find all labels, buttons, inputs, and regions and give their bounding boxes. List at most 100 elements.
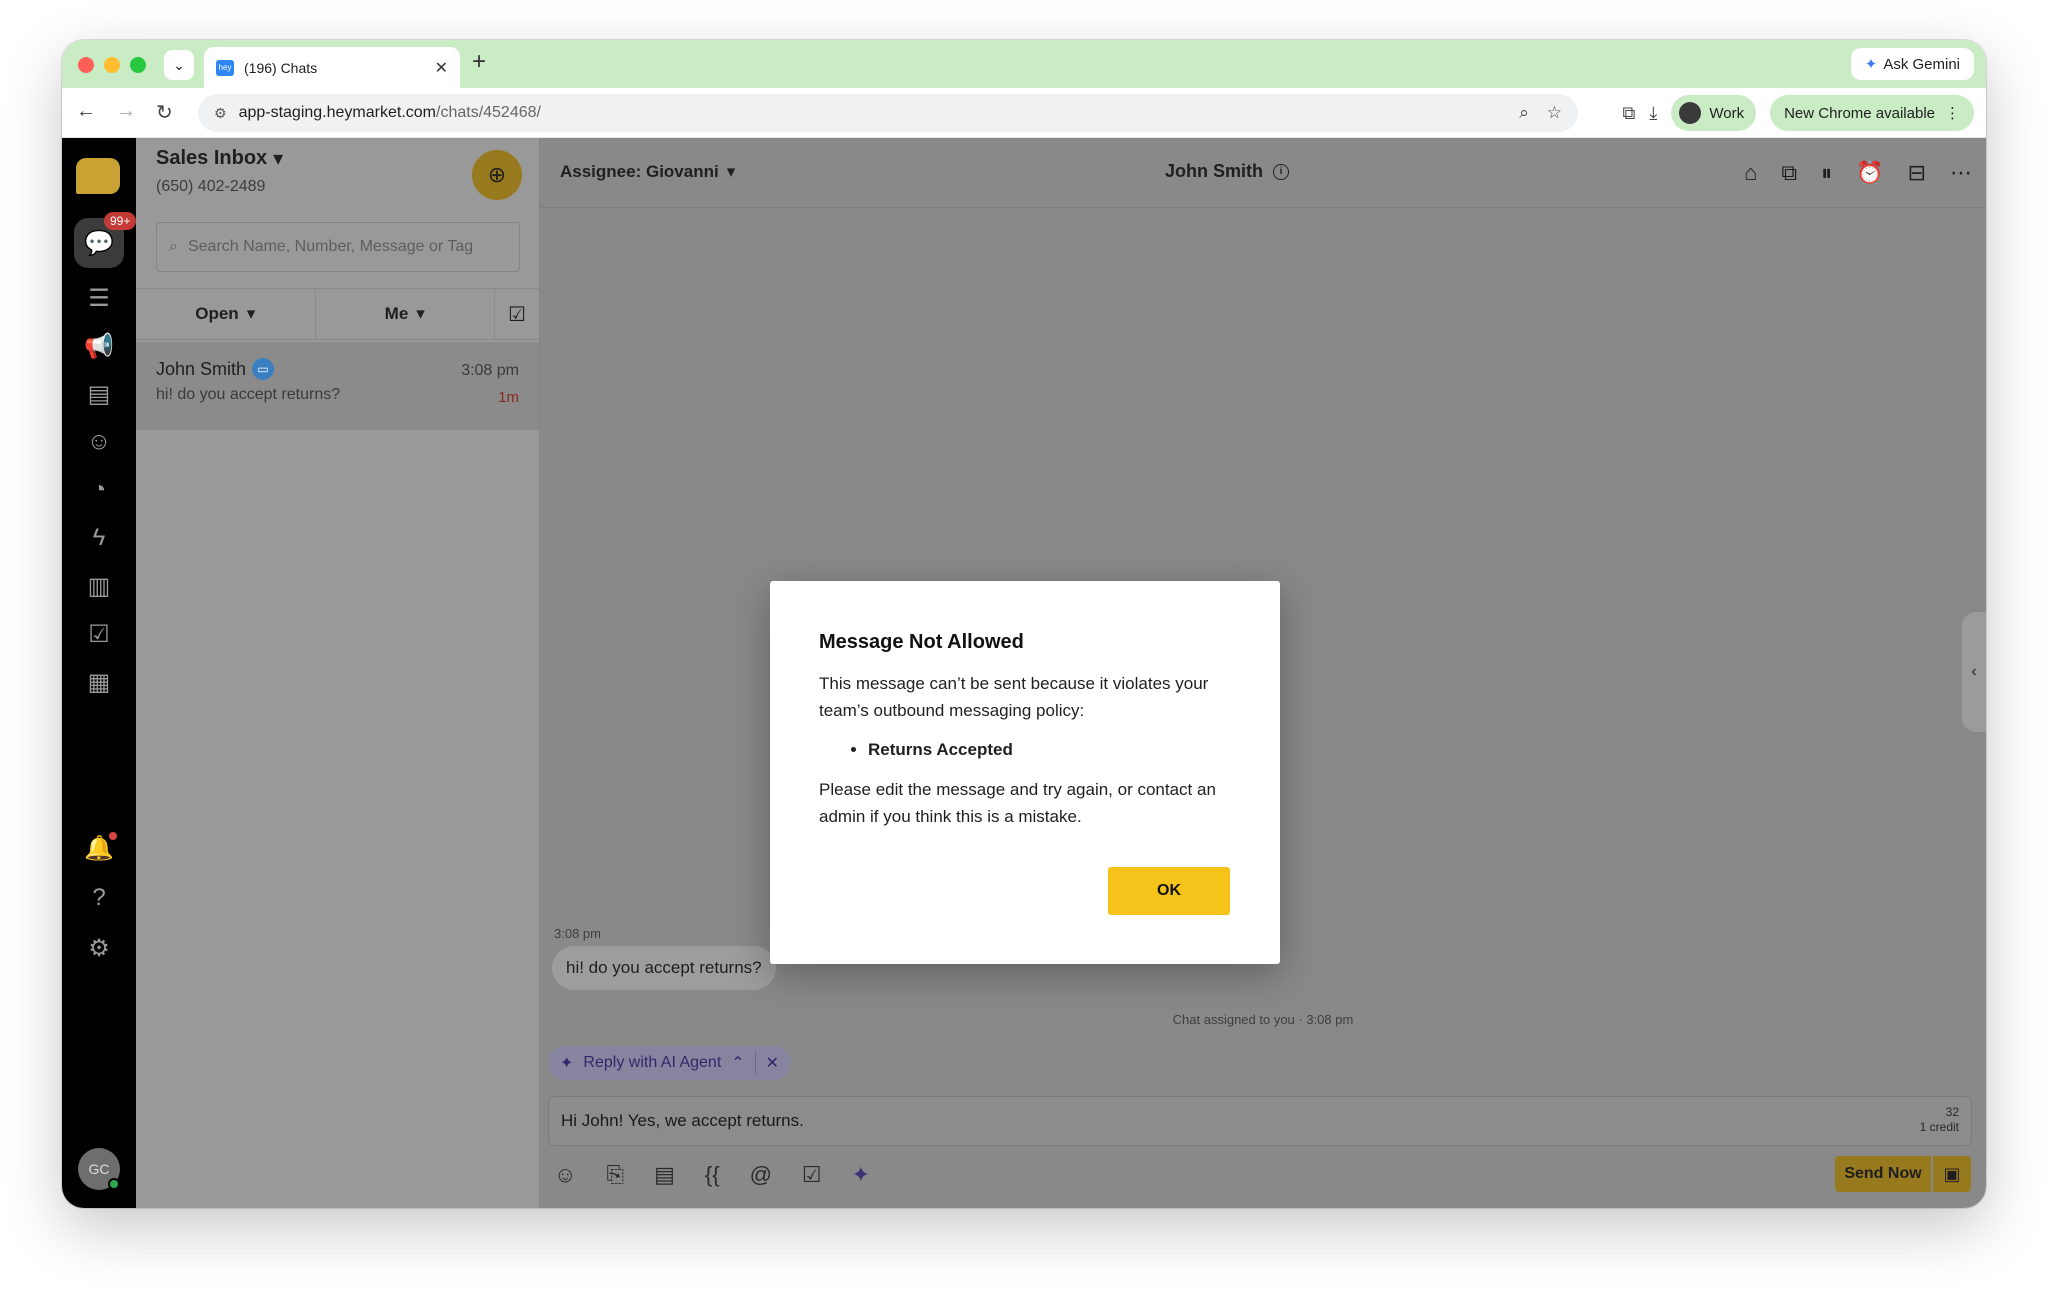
notification-dot — [109, 832, 117, 840]
browser-toolbar: ← → ↻ ⚙ app-staging.heymarket.com/chats/… — [62, 88, 1986, 138]
info-icon[interactable]: i — [1273, 163, 1289, 180]
chat-contact-name: John Smith — [156, 358, 247, 379]
pause-icon[interactable]: ⏸ — [1821, 160, 1832, 186]
chat-filters: Open ▾ Me ▾ ☑ — [136, 288, 539, 340]
close-icon[interactable]: ✕ — [766, 1053, 779, 1073]
dialog-title: Message Not Allowed — [819, 631, 1024, 653]
violation-item: Returns Accepted — [868, 740, 1231, 760]
message-composer-input[interactable]: Hi John! Yes, we accept returns. 32 1 cr… — [548, 1096, 1972, 1146]
notifications-bell-icon[interactable]: 🔔 — [79, 828, 119, 868]
downloads-icon[interactable]: ⤓ — [1649, 103, 1657, 124]
header-actions: ⌂ ⧉ ⏸ ⏰ ⊟ ⋯ — [1744, 160, 1972, 186]
attachment-paperclip-icon[interactable]: ⎘ — [606, 1162, 624, 1188]
site-settings-icon[interactable]: ⚙ — [214, 105, 227, 122]
automations-bolt-icon[interactable]: ϟ — [79, 518, 119, 558]
agent-icon[interactable]: ◔ — [79, 470, 119, 510]
extensions-puzzle-icon[interactable]: ⧉ — [1623, 103, 1636, 124]
tab-close-icon[interactable]: ✕ — [435, 58, 448, 78]
collapse-panel-chevron-icon[interactable]: ‹ — [1962, 612, 1986, 732]
help-icon[interactable]: ? — [79, 878, 119, 918]
search-placeholder: Search Name, Number, Message or Tag — [187, 238, 474, 255]
ok-button[interactable]: OK — [1108, 867, 1230, 915]
credit-count: 1 credit — [1919, 1120, 1959, 1134]
tag-icon[interactable]: ⌂ — [1744, 160, 1757, 186]
zoom-icon[interactable]: ⌕ — [1519, 103, 1529, 123]
maximize-window-button[interactable] — [130, 57, 146, 73]
ask-gemini-button[interactable]: ✦ Ask Gemini — [1850, 48, 1974, 80]
minimize-window-button[interactable] — [104, 57, 120, 73]
ai-sparkle-icon: ✦ — [560, 1055, 574, 1072]
status-filter-label: Open — [195, 304, 239, 323]
heymarket-logo[interactable] — [76, 158, 120, 194]
sms-channel-icon: ▭ — [252, 358, 275, 380]
more-options-icon[interactable]: ⋯ — [1950, 160, 1972, 186]
profile-avatar — [1679, 102, 1702, 124]
message-not-allowed-dialog: Message Not Allowed This message can’t b… — [770, 581, 1280, 964]
emoji-icon[interactable]: ☺ — [554, 1162, 576, 1188]
close-window-button[interactable] — [78, 57, 94, 73]
new-tab-plus-icon[interactable]: + — [472, 48, 486, 76]
reports-chart-icon[interactable]: ▥ — [79, 566, 119, 606]
violation-list: Returns Accepted — [868, 740, 1231, 760]
inbox-sidebar: Sales Inbox ▾ (650) 402-2489 ⊕ ⌕ Search … — [136, 138, 540, 1208]
chrome-update-button[interactable]: New Chrome available ⋮ — [1770, 95, 1974, 131]
bookmark-star-icon[interactable]: ☆ — [1547, 103, 1562, 123]
status-filter-dropdown[interactable]: Open ▾ — [136, 289, 316, 339]
chrome-update-label: New Chrome available — [1784, 104, 1935, 122]
contacts-icon[interactable]: ☺ — [79, 422, 119, 462]
owner-filter-label: Me — [384, 304, 409, 323]
inbox-selector[interactable]: Sales Inbox ▾ — [156, 146, 283, 171]
dialog-footer: Please edit the message and try again, o… — [819, 780, 1216, 826]
owner-filter-dropdown[interactable]: Me ▾ — [316, 289, 495, 339]
chats-icon[interactable]: 💬 99+ — [74, 212, 137, 268]
caret-down-icon: ▾ — [726, 162, 736, 181]
tab-title: (196) Chats — [244, 59, 318, 76]
address-bar[interactable]: ⚙ app-staging.heymarket.com/chats/452468… — [198, 94, 1578, 132]
forward-arrow-icon[interactable]: → — [116, 100, 136, 123]
url-path: /chats/452468/ — [436, 104, 541, 121]
snooze-alarm-icon[interactable]: ⏰ — [1856, 160, 1883, 186]
archive-icon[interactable]: ⊟ — [1908, 160, 1926, 186]
system-note: Chat assigned to you · 3:08 pm — [1172, 1012, 1354, 1027]
merge-field-braces-icon[interactable]: {{ — [705, 1162, 720, 1188]
browser-tab[interactable]: hey (196) Chats ✕ — [204, 47, 460, 88]
reload-icon[interactable]: ↻ — [156, 100, 173, 125]
lists-icon[interactable]: ☰ — [79, 278, 119, 318]
chat-age: 1m — [498, 389, 519, 406]
reply-with-ai-button[interactable]: Reply with AI Agent — [583, 1054, 721, 1072]
back-arrow-icon[interactable]: ← — [76, 100, 96, 123]
tab-search-chevron-icon[interactable]: ⌄ — [164, 50, 194, 80]
templates-icon[interactable]: ▤ — [79, 374, 119, 414]
inbox-title: Sales Inbox — [156, 147, 268, 169]
divider — [754, 1051, 756, 1075]
caret-down-icon: ▾ — [273, 148, 284, 170]
dialog-body: This message can’t be sent because it vi… — [819, 674, 1209, 720]
new-chat-button[interactable]: ⊕ — [472, 150, 522, 200]
share-icon[interactable]: ⧉ — [1781, 160, 1797, 186]
profile-chip[interactable]: Work — [1671, 95, 1757, 131]
tasks-clipboard-icon[interactable]: ☑ — [79, 614, 119, 654]
send-now-button[interactable]: Send Now — [1835, 1156, 1931, 1192]
bulk-select-icon[interactable]: ☑ — [495, 289, 539, 339]
compose-plus-icon: ⊕ — [487, 162, 507, 187]
chat-list-item[interactable]: John Smith ▭ hi! do you accept returns? … — [136, 342, 539, 430]
browser-window: ⌄ hey (196) Chats ✕ + ✦ Ask Gemini ← → ↻… — [62, 40, 1986, 1208]
settings-gear-icon[interactable]: ⚙ — [79, 928, 119, 968]
mention-at-icon[interactable]: @ — [750, 1162, 772, 1188]
message-timestamp: 3:08 pm — [554, 926, 601, 941]
contact-title[interactable]: John Smith i — [1165, 161, 1289, 182]
assignee-dropdown[interactable]: Assignee: Giovanni ▾ — [560, 162, 735, 182]
forms-icon[interactable]: ▦ — [79, 662, 119, 702]
ai-sparkle-icon[interactable]: ✦ — [852, 1162, 870, 1188]
contact-name: John Smith — [1165, 161, 1263, 181]
heymarket-app: 💬 99+ ☰ 📢 ▤ ☺ ◔ ϟ ▥ ☑ ▦ 🔔 ? ⚙ GC Sales I… — [62, 138, 1986, 1208]
caret-down-icon: ▾ — [246, 304, 256, 323]
schedule-send-icon[interactable]: ▣ — [1933, 1156, 1971, 1192]
url-text: app-staging.heymarket.com/chats/452468/ — [239, 104, 1508, 122]
broadcast-megaphone-icon[interactable]: 📢 — [79, 326, 119, 366]
template-icon[interactable]: ▤ — [654, 1162, 675, 1188]
search-input[interactable]: ⌕ Search Name, Number, Message or Tag — [156, 222, 520, 272]
chevron-up-icon[interactable]: ⌃ — [731, 1053, 744, 1073]
gemini-sparkle-icon: ✦ — [1864, 56, 1878, 73]
form-clipboard-icon[interactable]: ☑ — [802, 1162, 822, 1188]
